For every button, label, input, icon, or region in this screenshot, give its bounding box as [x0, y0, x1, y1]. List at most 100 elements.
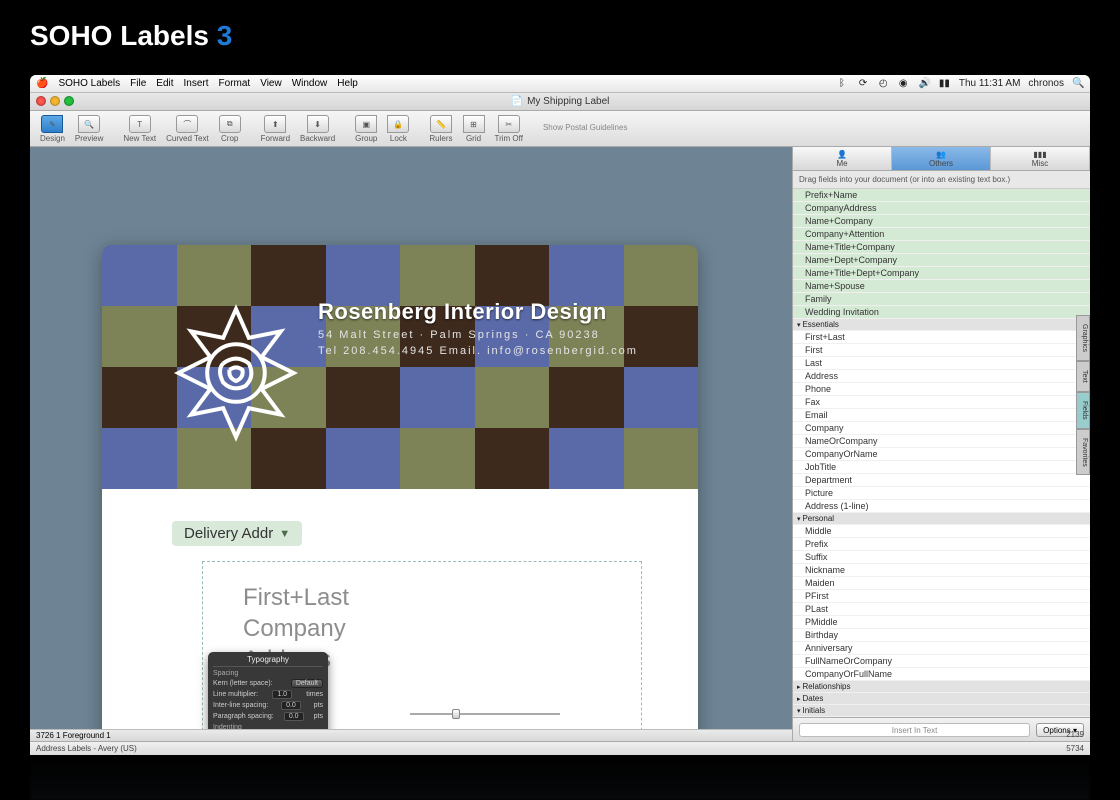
field-nickname[interactable]: Nickname [793, 564, 1090, 577]
grid-button[interactable]: ⊞Grid [459, 114, 489, 144]
field-fax[interactable]: Fax [793, 396, 1090, 409]
rose-logo-icon [156, 293, 316, 453]
field-companyorfullname[interactable]: CompanyOrFullName [793, 668, 1090, 681]
field-name-company[interactable]: Name+Company [793, 215, 1090, 228]
field-prefix[interactable]: Prefix [793, 538, 1090, 551]
lock-button[interactable]: 🔒Lock [383, 114, 413, 144]
field-company[interactable]: Company [793, 422, 1090, 435]
company-contact[interactable]: Tel 208.454.4945 Email. info@rosenbergid… [318, 345, 638, 357]
canvas-workspace[interactable]: Rosenberg Interior Design 54 Malt Street… [30, 147, 792, 741]
clock[interactable]: Thu 11:31 AM [959, 78, 1021, 89]
field-relationships[interactable]: Relationships [793, 681, 1090, 693]
field-initials[interactable]: Initials [793, 705, 1090, 717]
group-button[interactable]: ▣Group [351, 114, 381, 144]
field-name-dept-company[interactable]: Name+Dept+Company [793, 254, 1090, 267]
field-fullnameorcompany[interactable]: FullNameOrCompany [793, 655, 1090, 668]
field-personal[interactable]: Personal [793, 513, 1090, 525]
label-canvas[interactable]: Rosenberg Interior Design 54 Malt Street… [102, 245, 698, 755]
kern-default-button[interactable]: Default [291, 679, 323, 688]
tab-me[interactable]: 👤Me [793, 147, 892, 170]
field-plast[interactable]: PLast [793, 603, 1090, 616]
field-pfirst[interactable]: PFirst [793, 590, 1090, 603]
field-department[interactable]: Department [793, 474, 1090, 487]
new-text-button[interactable]: TNew Text [119, 114, 160, 144]
toolbar: ✎Design 🔍Preview TNew Text ⌒Curved Text … [30, 111, 1090, 147]
wifi-icon[interactable]: ◉ [899, 78, 911, 90]
backward-button[interactable]: ⬇Backward [296, 114, 339, 144]
rtab-fields[interactable]: Fields [1076, 392, 1090, 429]
design-mode-button[interactable]: ✎Design [36, 114, 69, 144]
rtab-graphics[interactable]: Graphics [1076, 315, 1090, 361]
field-birthday[interactable]: Birthday [793, 629, 1090, 642]
field-first[interactable]: First [793, 344, 1090, 357]
field-phone[interactable]: Phone [793, 383, 1090, 396]
line-multiplier-input[interactable]: 1.0 [272, 690, 292, 699]
field-maiden[interactable]: Maiden [793, 577, 1090, 590]
zoom-slider[interactable] [410, 709, 560, 719]
field-address[interactable]: Address [793, 370, 1090, 383]
company-name[interactable]: Rosenberg Interior Design [318, 299, 638, 325]
field-prefix-name[interactable]: Prefix+Name [793, 189, 1090, 202]
zoom-button[interactable] [64, 96, 74, 106]
menu-format[interactable]: Format [219, 78, 251, 89]
field-middle[interactable]: Middle [793, 525, 1090, 538]
field-suffix[interactable]: Suffix [793, 551, 1090, 564]
battery-icon[interactable]: ▮▮ [939, 78, 951, 90]
app-menu[interactable]: SOHO Labels [58, 78, 120, 89]
field-name-title-dept-company[interactable]: Name+Title+Dept+Company [793, 267, 1090, 280]
curved-text-button[interactable]: ⌒Curved Text [162, 114, 213, 144]
forward-button[interactable]: ⬆Forward [257, 114, 294, 144]
field-jobtitle[interactable]: JobTitle [793, 461, 1090, 474]
placeholder-firstlast[interactable]: First+Last [243, 582, 601, 613]
sync-icon[interactable]: ⟳ [859, 78, 871, 90]
trim-button[interactable]: ✂Trim Off [491, 114, 527, 144]
volume-icon[interactable]: 🔊 [919, 78, 931, 90]
interline-spacing-input[interactable]: 0.0 [281, 701, 301, 710]
field-companyorname[interactable]: CompanyOrName [793, 448, 1090, 461]
rtab-favorites[interactable]: Favorites [1076, 429, 1090, 476]
menu-window[interactable]: Window [292, 78, 328, 89]
crop-button[interactable]: ⧉Crop [215, 114, 245, 144]
menu-edit[interactable]: Edit [156, 78, 173, 89]
status-info: 3726 1 Foreground 1 [36, 731, 111, 740]
field-last[interactable]: Last [793, 357, 1090, 370]
menu-view[interactable]: View [260, 78, 282, 89]
field-essentials[interactable]: Essentials [793, 319, 1090, 331]
menu-file[interactable]: File [130, 78, 146, 89]
field-picture[interactable]: Picture [793, 487, 1090, 500]
apple-menu[interactable]: 🍎 [36, 78, 48, 89]
placeholder-company[interactable]: Company [243, 613, 601, 644]
field-address-1-line-[interactable]: Address (1-line) [793, 500, 1090, 513]
rulers-button[interactable]: 📏Rulers [425, 114, 456, 144]
rtab-text[interactable]: Text [1076, 361, 1090, 392]
postal-guidelines-button[interactable]: Show Postal Guidelines [539, 122, 632, 133]
paragraph-spacing-input[interactable]: 0.0 [284, 712, 304, 721]
field-list[interactable]: Prefix+NameCompanyAddressName+CompanyCom… [793, 189, 1090, 717]
menu-insert[interactable]: Insert [184, 78, 209, 89]
field-companyaddress[interactable]: CompanyAddress [793, 202, 1090, 215]
field-first-last[interactable]: First+Last [793, 331, 1090, 344]
bluetooth-icon[interactable]: ᛒ [839, 78, 851, 90]
field-family[interactable]: Family [793, 293, 1090, 306]
close-button[interactable] [36, 96, 46, 106]
field-wedding-invitation[interactable]: Wedding Invitation [793, 306, 1090, 319]
tab-misc[interactable]: ▮▮▮Misc [991, 147, 1090, 170]
delivery-address-tag[interactable]: Delivery Addr▼ [172, 521, 302, 546]
field-pmiddle[interactable]: PMiddle [793, 616, 1090, 629]
insert-in-text-button[interactable]: Insert In Text [799, 723, 1030, 737]
minimize-button[interactable] [50, 96, 60, 106]
field-name-title-company[interactable]: Name+Title+Company [793, 241, 1090, 254]
company-address[interactable]: 54 Malt Street · Palm Springs · CA 90238 [318, 329, 638, 341]
timemachine-icon[interactable]: ◴ [879, 78, 891, 90]
field-email[interactable]: Email [793, 409, 1090, 422]
field-nameorcompany[interactable]: NameOrCompany [793, 435, 1090, 448]
menu-help[interactable]: Help [337, 78, 358, 89]
field-anniversary[interactable]: Anniversary [793, 642, 1090, 655]
field-company-attention[interactable]: Company+Attention [793, 228, 1090, 241]
field-name-spouse[interactable]: Name+Spouse [793, 280, 1090, 293]
spotlight-icon[interactable]: 🔍 [1072, 78, 1084, 90]
user-menu[interactable]: chronos [1028, 78, 1064, 89]
field-dates[interactable]: Dates [793, 693, 1090, 705]
tab-others[interactable]: 👥Others [892, 147, 991, 170]
preview-mode-button[interactable]: 🔍Preview [71, 114, 107, 144]
